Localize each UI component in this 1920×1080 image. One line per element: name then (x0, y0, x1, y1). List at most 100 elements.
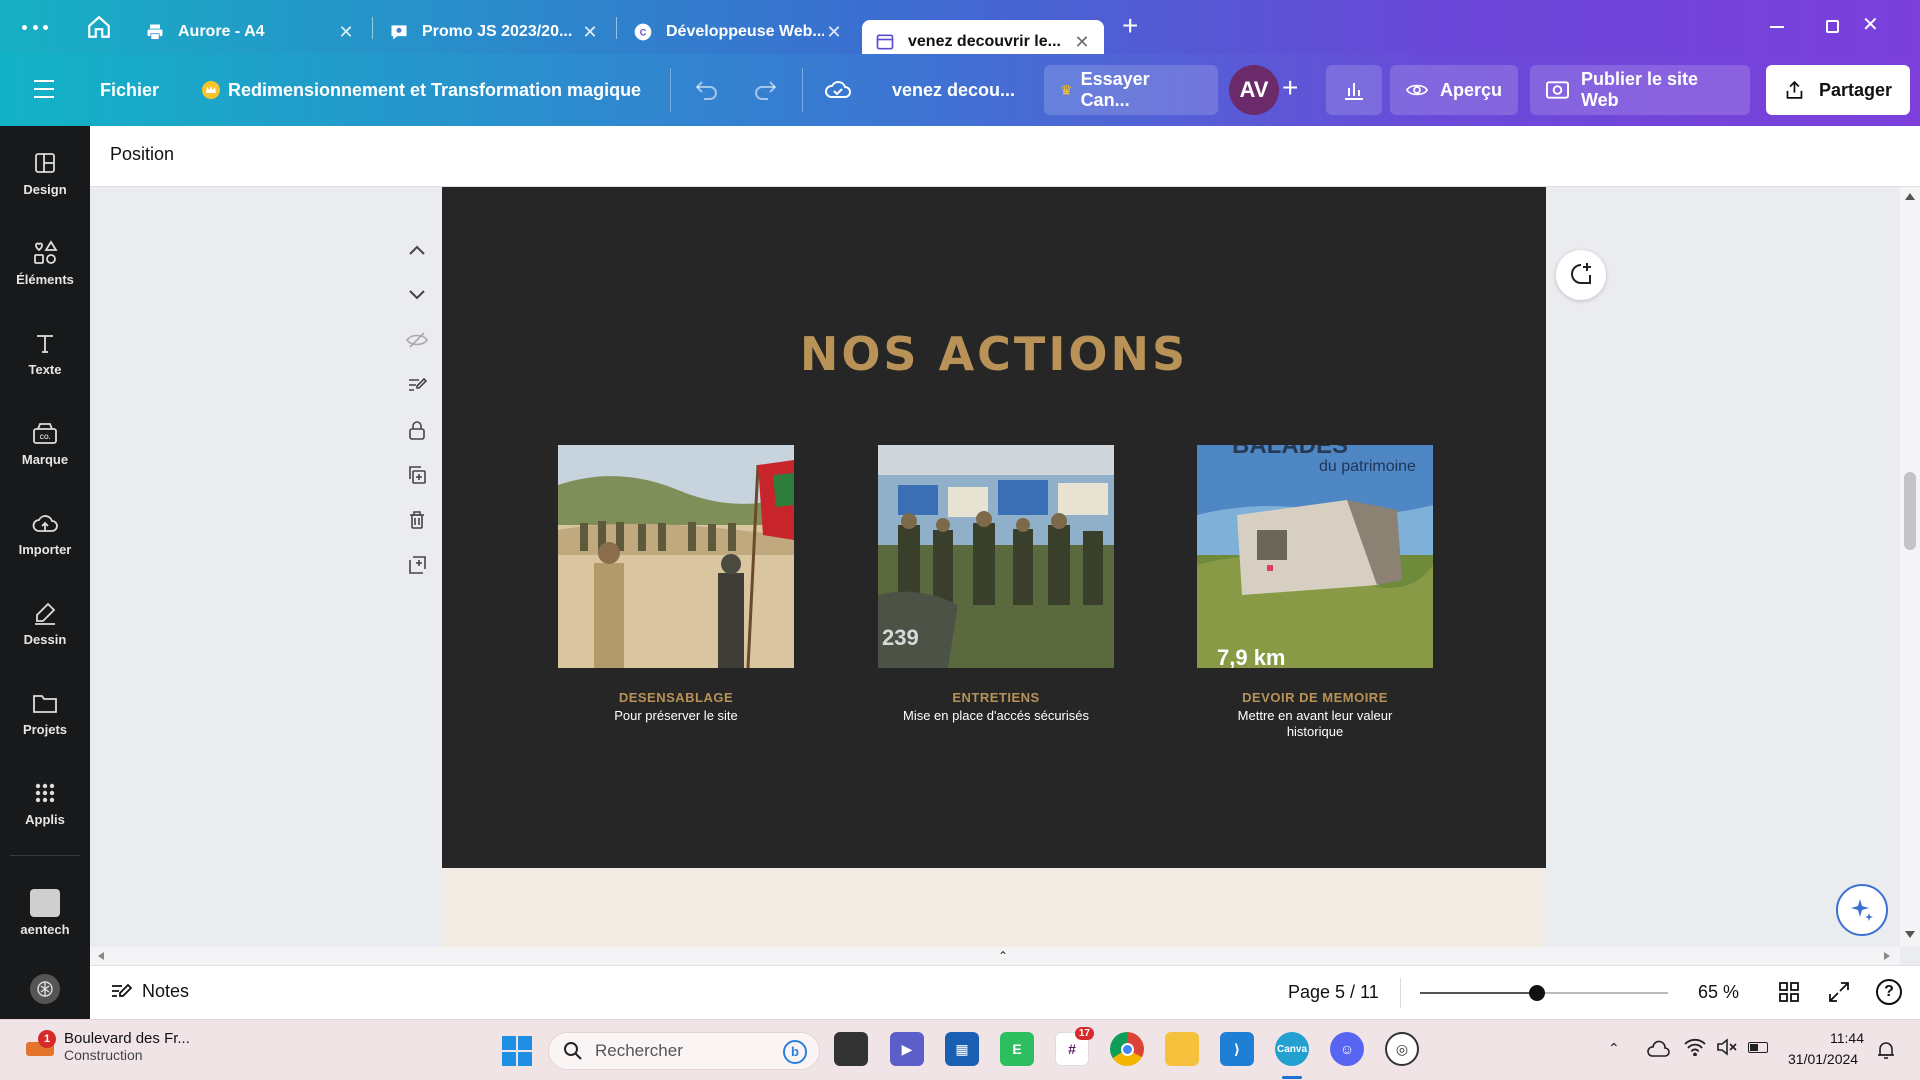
hide-page-icon[interactable] (402, 317, 432, 362)
notes-button[interactable]: Notes (110, 981, 189, 1002)
windows-start-icon[interactable] (502, 1036, 532, 1066)
brand-kit-icon: CO. (0, 418, 90, 448)
teams-meet-icon[interactable]: ▶ (890, 1032, 924, 1066)
action-card[interactable]: DESENSABLAGE Pour préserver le site (558, 445, 794, 724)
magic-assistant-button[interactable] (1836, 884, 1888, 936)
redo-icon[interactable] (752, 78, 778, 105)
undo-icon[interactable] (694, 78, 720, 105)
close-icon[interactable]: ✕ (1072, 32, 1092, 53)
minimize-icon[interactable] (1770, 26, 1784, 28)
sidebar-item-design[interactable]: Design (0, 148, 90, 197)
scrollbar-thumb[interactable] (1904, 472, 1916, 550)
wifi-icon[interactable] (1684, 1038, 1706, 1061)
tab-promo[interactable]: Promo JS 2023/20... ✕ (376, 10, 612, 54)
scroll-left-arrow[interactable] (98, 952, 104, 960)
chevron-up-icon[interactable]: ⌃ (998, 949, 1008, 963)
taskbar-search-box[interactable]: Rechercher b (548, 1032, 820, 1070)
scroll-up-arrow[interactable] (1905, 193, 1915, 200)
clock-time[interactable]: 11:44 (1830, 1030, 1864, 1046)
chatgpt-icon[interactable] (30, 974, 60, 1004)
slack-icon[interactable]: # 17 (1055, 1027, 1094, 1066)
grid-view-icon[interactable] (1778, 981, 1800, 1008)
lock-icon[interactable] (402, 407, 432, 452)
page-heading[interactable]: NOS ACTIONS (442, 327, 1546, 381)
file-menu-button[interactable]: Fichier (100, 65, 159, 115)
chevron-up-icon[interactable] (402, 227, 432, 272)
entretiens-photo[interactable]: 239 (878, 445, 1114, 668)
action-card[interactable]: BALADES du patrimoine 7,9 km DEVOIR DE M… (1197, 445, 1433, 740)
notes-edit-icon[interactable] (402, 362, 432, 407)
add-comment-button[interactable] (1556, 250, 1606, 300)
tab-aurore[interactable]: Aurore - A4 ✕ (132, 10, 368, 54)
sidebar-item-projects[interactable]: Projets (0, 688, 90, 737)
zoom-slider-handle[interactable] (1529, 985, 1545, 1001)
magic-resize-button[interactable]: Redimensionnement et Transformation magi… (202, 65, 641, 115)
restore-icon[interactable] (1826, 20, 1839, 33)
clock-date[interactable]: 31/01/2024 (1788, 1051, 1858, 1067)
devoir-memoire-photo[interactable]: BALADES du patrimoine 7,9 km (1197, 445, 1433, 668)
help-icon[interactable]: ? (1876, 979, 1902, 1005)
close-icon[interactable]: ✕ (824, 22, 844, 43)
add-collaborator-icon[interactable]: + (1282, 72, 1298, 104)
scroll-right-arrow[interactable] (1884, 952, 1890, 960)
close-icon[interactable]: ✕ (336, 22, 356, 43)
home-icon[interactable] (86, 14, 112, 45)
sidebar-item-text[interactable]: Texte (0, 328, 90, 377)
action-card[interactable]: 239 ENTRETIENS Mise en place d'accés séc… (878, 445, 1114, 724)
close-icon[interactable]: ✕ (580, 22, 600, 43)
file-explorer-icon[interactable] (1165, 1032, 1199, 1066)
page-indicator[interactable]: Page 5 / 11 (1288, 982, 1379, 1003)
share-button[interactable]: Partager (1766, 65, 1910, 115)
trash-icon[interactable] (402, 497, 432, 542)
vscode-icon[interactable]: ⟩ (1220, 1032, 1254, 1066)
chevron-down-icon[interactable] (402, 272, 432, 317)
task-view-icon[interactable] (834, 1032, 868, 1066)
chrome-icon[interactable] (1110, 1032, 1144, 1066)
zoom-level[interactable]: 65 % (1698, 982, 1739, 1003)
new-tab-button[interactable]: + (1122, 10, 1138, 42)
cloud-saved-icon[interactable] (824, 78, 852, 105)
discord-icon[interactable]: ☺ (1330, 1032, 1364, 1066)
sidebar-item-elements[interactable]: Éléments (0, 238, 90, 287)
publish-website-button[interactable]: Publier le site Web (1530, 65, 1750, 115)
preview-button[interactable]: Aperçu (1390, 65, 1518, 115)
hamburger-menu-icon[interactable] (34, 80, 54, 98)
file-menu-label: Fichier (100, 79, 160, 100)
notification-bell-icon[interactable] (1876, 1040, 1896, 1065)
design-page[interactable]: NOS ACTIONS DESENSABLAGE Pour préserver … (442, 187, 1546, 868)
browser-menu-icon[interactable] (22, 15, 48, 39)
sidebar-item-draw[interactable]: Dessin (0, 598, 90, 647)
sidebar-item-apps[interactable]: Applis (0, 778, 90, 827)
document-title[interactable]: venez decou... (892, 65, 1015, 115)
onedrive-cloud-icon[interactable] (1646, 1040, 1670, 1063)
try-canva-label: Essayer Can... (1080, 69, 1150, 110)
next-design-page[interactable] (442, 868, 1546, 947)
sidebar-item-upload[interactable]: Importer (0, 508, 90, 557)
battery-icon[interactable] (1748, 1042, 1768, 1053)
insights-button[interactable] (1326, 65, 1382, 115)
add-page-icon[interactable] (402, 542, 432, 587)
sidebar-item-aentech[interactable]: aentech (0, 888, 90, 937)
position-button[interactable]: Position (110, 144, 174, 165)
desensablage-photo[interactable] (558, 445, 794, 668)
close-window-icon[interactable]: ✕ (1862, 12, 1882, 37)
try-canva-pro-button[interactable]: ♛ Essayer Can... (1044, 65, 1218, 115)
sidebar-item-brand[interactable]: CO. Marque (0, 418, 90, 467)
vertical-scrollbar[interactable] (1900, 187, 1920, 947)
volume-muted-icon[interactable] (1716, 1038, 1738, 1061)
microsoft-store-icon[interactable]: ▦ (945, 1032, 979, 1066)
canva-taskbar-icon[interactable]: Canva (1275, 1032, 1309, 1066)
horizontal-scrollbar[interactable]: ⌃ (90, 947, 1900, 965)
editor-canvas[interactable]: NOS ACTIONS DESENSABLAGE Pour préserver … (90, 187, 1900, 947)
zoom-slider[interactable] (1420, 985, 1668, 1001)
tab-developpeuse[interactable]: C Développeuse Web... ✕ (620, 10, 856, 54)
weather-widget[interactable]: 1 Boulevard des Fr... Construction (24, 1030, 190, 1064)
chat-bubble-icon (388, 21, 410, 43)
evernote-icon[interactable]: E (1000, 1032, 1034, 1066)
github-desktop-icon[interactable]: ◎ (1385, 1032, 1419, 1066)
scroll-down-arrow[interactable] (1905, 931, 1915, 938)
duplicate-page-icon[interactable] (402, 452, 432, 497)
chevron-up-icon[interactable]: ⌃ (1608, 1040, 1620, 1057)
fullscreen-icon[interactable] (1828, 981, 1850, 1008)
avatar[interactable]: AV (1229, 65, 1279, 115)
